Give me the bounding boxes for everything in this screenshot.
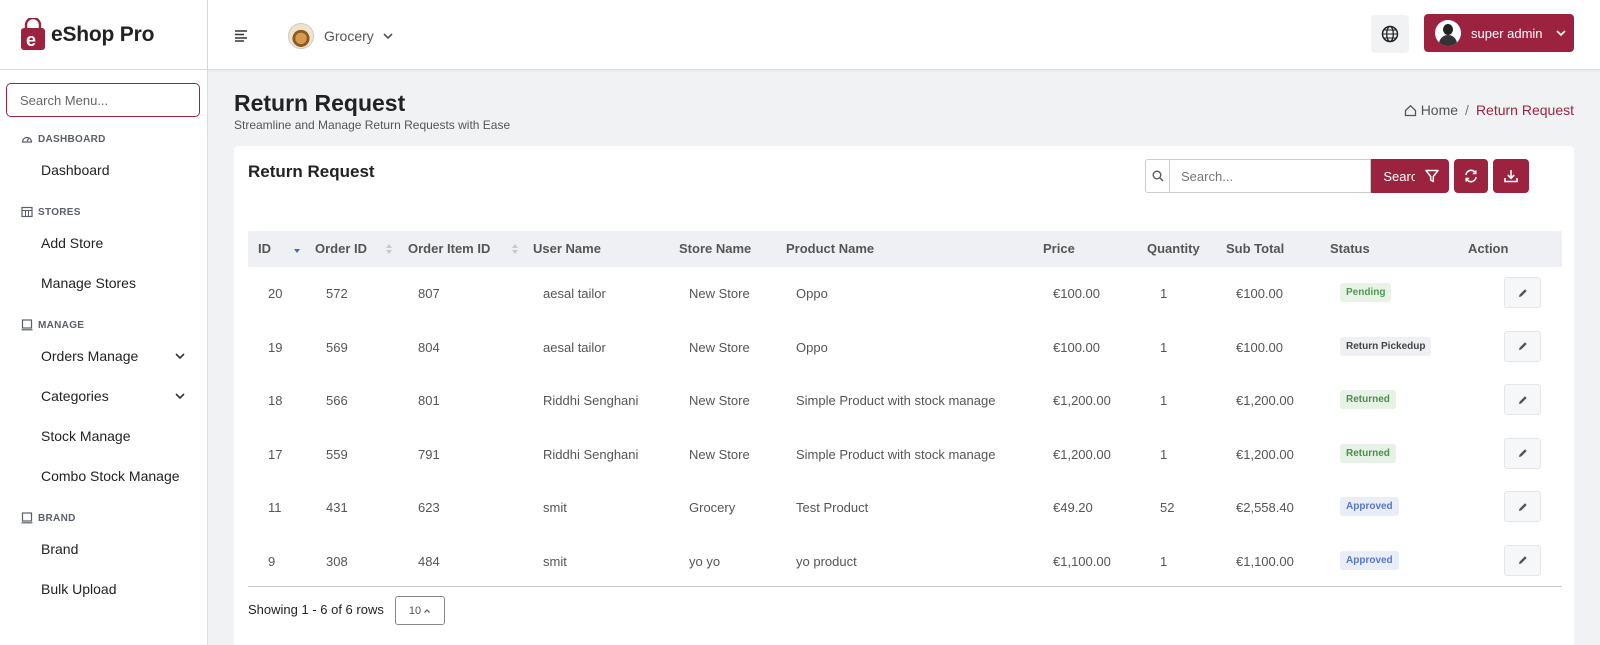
gauge-icon <box>21 136 33 143</box>
download-button[interactable] <box>1493 159 1529 193</box>
tablet-icon <box>21 319 33 331</box>
table-search-input[interactable] <box>1169 159 1371 193</box>
edit-button[interactable] <box>1504 384 1541 415</box>
refresh-button[interactable] <box>1454 159 1488 193</box>
table-row: 9 308 484 smit yo yo yo product €1,100.0… <box>248 535 1562 589</box>
status-badge: Returned <box>1340 443 1396 463</box>
tablet-icon <box>21 512 33 524</box>
table-row: 17 559 791 Riddhi Senghani New Store Sim… <box>248 428 1562 482</box>
col-product-name: Product Name <box>786 241 875 256</box>
search-menu-input[interactable]: Search Menu... <box>6 83 200 117</box>
col-user-name: User Name <box>533 241 601 256</box>
breadcrumb-separator: / <box>1465 102 1469 118</box>
nav-section-manage: MANAGE <box>0 314 207 336</box>
chevron-up-icon <box>424 608 431 613</box>
page-title: Return Request <box>234 90 406 116</box>
user-menu-button[interactable]: super admin <box>1424 14 1574 52</box>
status-badge: Approved <box>1340 550 1399 570</box>
table-divider <box>248 586 1562 587</box>
sort-icon[interactable] <box>386 244 392 254</box>
col-quantity: Quantity <box>1147 241 1200 256</box>
user-name: super admin <box>1471 25 1543 41</box>
breadcrumb-home[interactable]: Home <box>1421 102 1458 118</box>
return-request-table: ID Order ID Order Item ID User Name Stor… <box>248 231 1562 588</box>
nav-section-brand: BRAND <box>0 507 207 529</box>
pencil-icon <box>1518 288 1527 297</box>
language-button[interactable] <box>1371 15 1409 53</box>
menu-toggle-icon[interactable] <box>235 30 249 42</box>
store-avatar <box>288 23 314 49</box>
download-icon <box>1504 170 1518 183</box>
edit-button[interactable] <box>1504 544 1541 576</box>
status-badge: Return Pickedup <box>1340 336 1432 356</box>
status-badge: Returned <box>1340 390 1396 409</box>
edit-button[interactable] <box>1504 491 1541 522</box>
chevron-down-icon <box>1555 30 1566 37</box>
chevron-down-icon <box>175 393 185 400</box>
chevron-down-icon <box>175 353 185 360</box>
sidebar: e eShop Pro Search Menu... DASHBOARD Das… <box>0 0 208 645</box>
sidebar-item-manage-stores[interactable]: Manage Stores <box>0 263 207 303</box>
status-badge: Approved <box>1340 497 1399 516</box>
avatar <box>1435 20 1461 46</box>
edit-button[interactable] <box>1504 437 1541 469</box>
filter-button[interactable] <box>1415 159 1449 193</box>
search-icon <box>1145 159 1169 193</box>
edit-button[interactable] <box>1504 330 1541 362</box>
page-size-select[interactable]: 10 <box>395 596 445 625</box>
home-icon <box>1404 104 1416 116</box>
table-header: ID Order ID Order Item ID User Name Stor… <box>248 231 1562 267</box>
sidebar-item-bulk-upload[interactable]: Bulk Upload <box>0 569 207 609</box>
card-title: Return Request <box>248 162 375 181</box>
col-price: Price <box>1043 241 1075 256</box>
pencil-icon <box>1518 556 1527 564</box>
store-selector[interactable]: Grocery <box>288 23 394 49</box>
table-row: 11 431 623 smit Grocery Test Product €49… <box>248 481 1562 535</box>
sidebar-item-add-store[interactable]: Add Store <box>0 223 207 263</box>
pencil-icon <box>1518 342 1527 350</box>
page-subtitle: Streamline and Manage Return Requests wi… <box>234 118 511 132</box>
col-order-id[interactable]: Order ID <box>315 241 367 256</box>
return-request-card: Return Request Search ID Order ID Order … <box>234 146 1574 645</box>
col-id[interactable]: ID <box>258 241 271 256</box>
table-row: 20 572 807 aesal tailor New Store Oppo €… <box>248 267 1562 321</box>
store-name: Grocery <box>324 28 374 44</box>
sidebar-item-categories[interactable]: Categories <box>0 376 207 416</box>
table-row: 19 569 804 aesal tailor New Store Oppo €… <box>248 321 1562 375</box>
sidebar-item-stock-manage[interactable]: Stock Manage <box>0 416 207 456</box>
table-row: 18 566 801 Riddhi Senghani New Store Sim… <box>248 374 1562 428</box>
status-badge: Pending <box>1340 283 1392 302</box>
col-order-item-id[interactable]: Order Item ID <box>408 241 490 256</box>
nav-section-stores: STORES <box>0 201 207 223</box>
edit-button[interactable] <box>1504 277 1541 308</box>
sidebar-item-dashboard[interactable]: Dashboard <box>0 150 207 190</box>
breadcrumb: Home / Return Request <box>1404 102 1574 118</box>
store-icon <box>21 206 33 218</box>
pencil-icon <box>1518 502 1527 511</box>
sort-icon[interactable] <box>512 244 518 254</box>
sidebar-item-orders-manage[interactable]: Orders Manage <box>0 336 207 376</box>
pencil-icon <box>1518 395 1527 404</box>
col-status: Status <box>1330 241 1370 256</box>
chevron-down-icon <box>383 33 393 40</box>
breadcrumb-current: Return Request <box>1475 102 1574 118</box>
nav-section-dashboard: DASHBOARD <box>0 128 207 150</box>
globe-icon <box>1381 25 1399 43</box>
sidebar-item-brand[interactable]: Brand <box>0 529 207 569</box>
shopping-bag-logo-icon: e <box>21 17 45 50</box>
sidebar-item-combo-stock-manage[interactable]: Combo Stock Manage <box>0 456 207 496</box>
pagination-info: Showing 1 - 6 of 6 rows <box>248 602 384 617</box>
table-search-group: Search <box>1145 159 1437 193</box>
col-sub-total: Sub Total <box>1226 241 1285 256</box>
refresh-icon <box>1465 169 1477 183</box>
sort-desc-icon[interactable] <box>294 244 300 254</box>
logo[interactable]: e eShop Pro <box>0 0 207 70</box>
col-store-name: Store Name <box>679 241 752 256</box>
pencil-icon <box>1518 449 1527 457</box>
svg-text:e: e <box>26 30 36 50</box>
filter-icon <box>1425 169 1439 183</box>
topbar: Grocery super admin <box>208 0 1600 70</box>
app-name: eShop Pro <box>51 22 155 46</box>
col-action: Action <box>1468 241 1509 256</box>
